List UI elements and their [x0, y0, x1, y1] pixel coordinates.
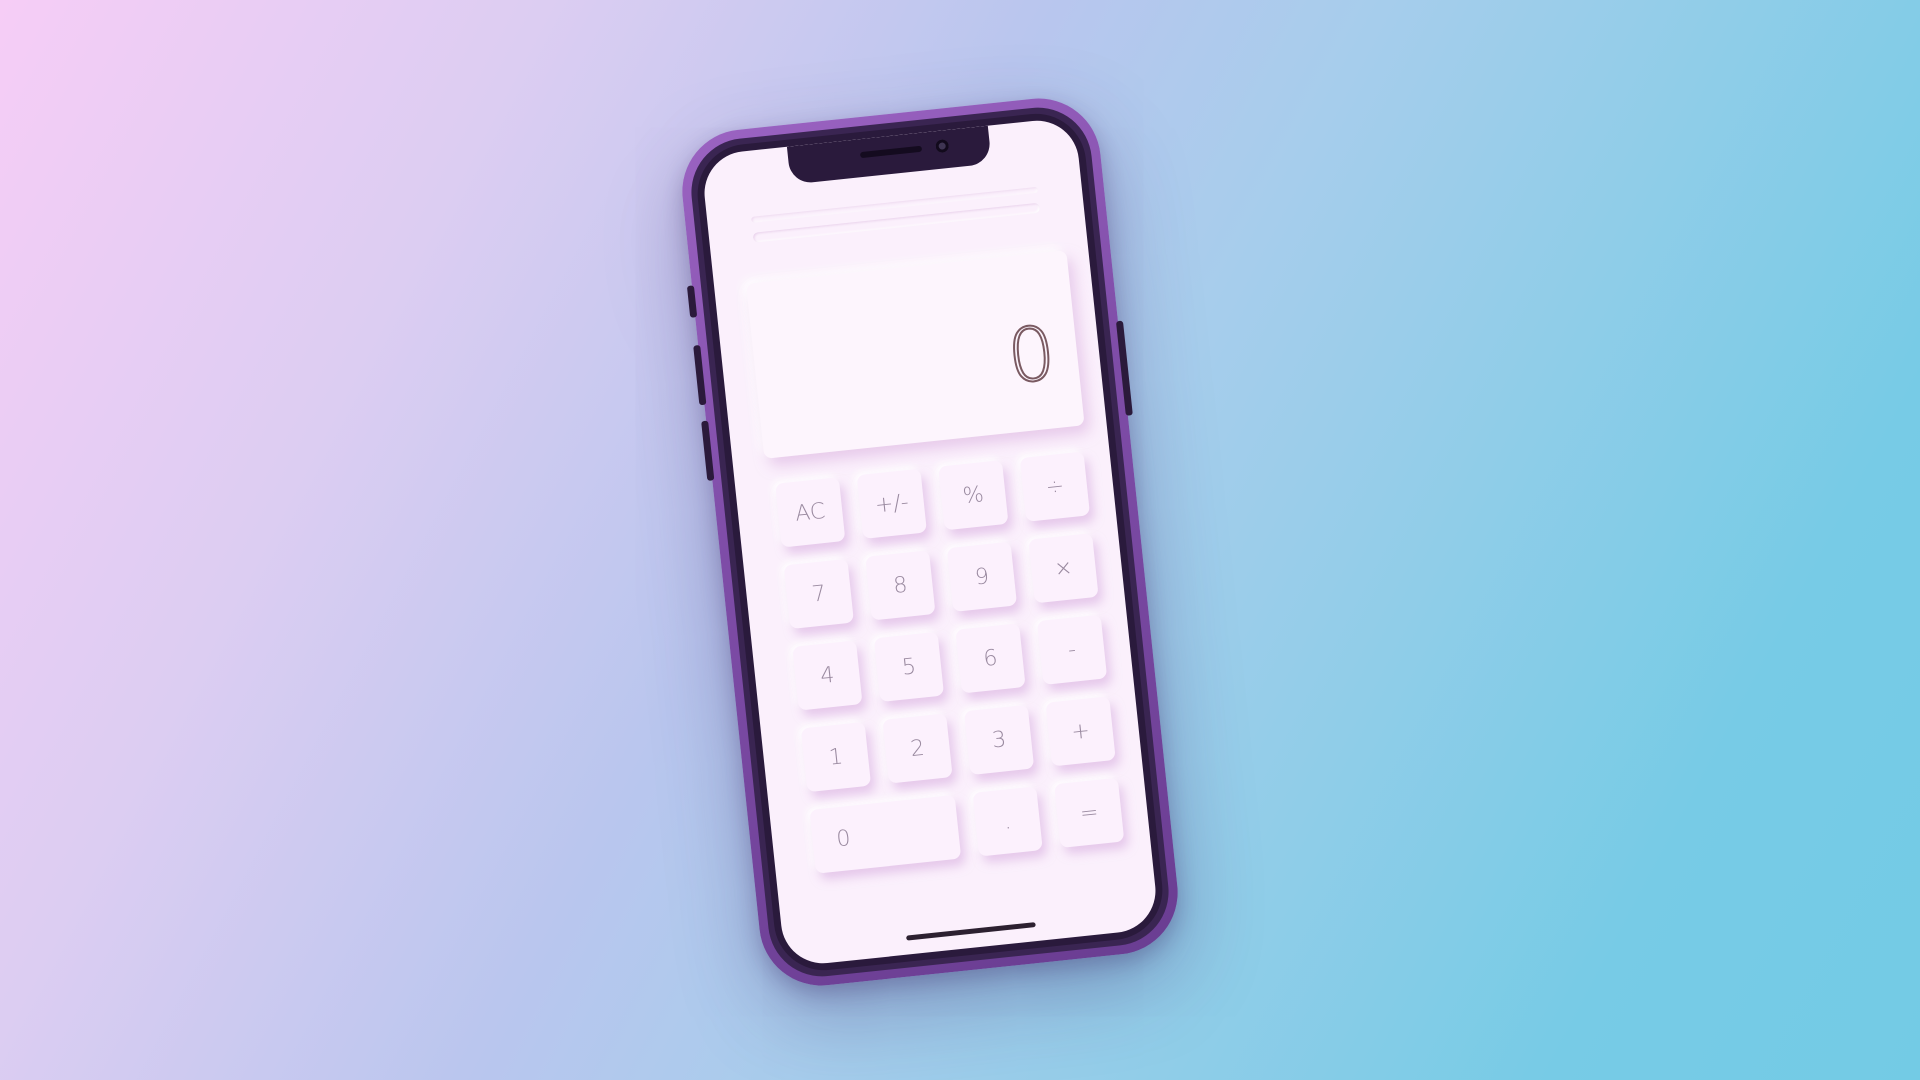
- digit-6-button[interactable]: 6: [955, 623, 1026, 694]
- digit-7-button[interactable]: 7: [783, 558, 854, 630]
- decimal-button[interactable]: .: [972, 786, 1043, 857]
- history-line-bottom: [752, 202, 1041, 243]
- all-clear-button[interactable]: AC: [775, 477, 846, 548]
- percent-button[interactable]: %: [938, 460, 1009, 531]
- sign-toggle-button[interactable]: +/-: [856, 468, 927, 539]
- digit-4-button[interactable]: 4: [792, 640, 863, 711]
- speaker-grille: [859, 145, 923, 159]
- digit-1-button[interactable]: 1: [800, 721, 872, 793]
- display-value: 0: [1003, 309, 1061, 401]
- digit-0-button[interactable]: 0: [809, 794, 962, 874]
- digit-3-button[interactable]: 3: [963, 704, 1035, 776]
- camera-icon: [935, 138, 950, 154]
- digit-9-button[interactable]: 9: [946, 541, 1018, 612]
- multiply-button[interactable]: ×: [1028, 533, 1099, 604]
- add-button[interactable]: +: [1045, 696, 1116, 767]
- subtract-button[interactable]: -: [1036, 614, 1108, 685]
- digit-8-button[interactable]: 8: [865, 550, 936, 621]
- home-indicator[interactable]: [906, 922, 1036, 941]
- divide-button[interactable]: ÷: [1019, 451, 1091, 522]
- phone-mockup: 0 AC +/- % ÷ 7 8 9 × 4 5 6 - 1 2 3 + 0 .…: [676, 92, 1184, 992]
- equals-button[interactable]: =: [1054, 777, 1125, 849]
- digit-5-button[interactable]: 5: [873, 631, 945, 703]
- calculator-keypad: AC +/- % ÷ 7 8 9 × 4 5 6 - 1 2 3 + 0 . =: [775, 449, 1125, 874]
- digit-2-button[interactable]: 2: [882, 713, 953, 784]
- calculator-display: 0: [746, 250, 1085, 459]
